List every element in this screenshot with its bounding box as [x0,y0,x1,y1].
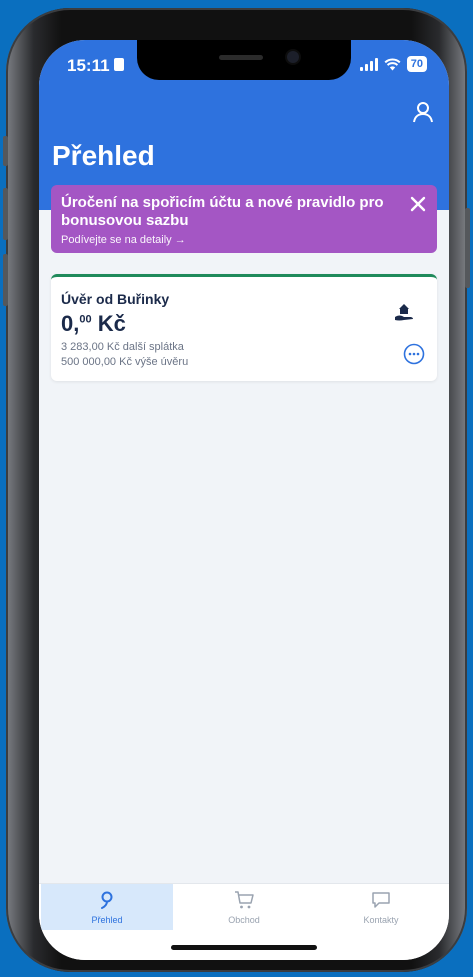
overview-icon [101,891,113,909]
loan-card[interactable]: Úvěr od Buřinky 0,00 Kč 3 283,00 Kč dalš… [51,274,437,381]
status-time: 15:11 [67,56,110,75]
promo-banner[interactable]: Úročení na spořicím účtu a nové pravidlo… [51,185,437,253]
side-button-volume-down [3,254,8,306]
tab-label: Obchod [228,915,260,925]
balance-decimals: 00 [79,313,92,326]
close-icon[interactable] [409,195,427,213]
tab-shop[interactable]: Obchod [178,884,310,930]
loan-title: Úvěr od Buřinky [61,291,170,307]
loan-balance: 0,00 Kč [61,311,126,337]
home-indicator [171,945,317,950]
battery-indicator: 70 [406,56,427,72]
tab-contacts[interactable]: Kontakty [315,884,447,930]
loan-amount: 500 000,00 Kč výše úvěru [61,356,189,368]
balance-currency: Kč [91,311,126,336]
tab-overview[interactable]: Přehled [41,884,173,930]
balance-main: 0, [61,311,80,336]
profile-icon[interactable] [411,100,435,124]
notch [137,40,351,80]
more-options-icon[interactable] [403,343,425,365]
side-button-volume-up [3,188,8,240]
signal-icon [359,57,378,71]
tab-label: Přehled [91,915,123,925]
side-button-silent [3,136,8,166]
phone-frame: 15:11 70 Přehled Úročení na spořicím účt… [3,8,470,972]
status-indicators: 70 [359,56,427,72]
side-button-power [465,208,470,288]
tab-label: Kontakty [363,915,399,925]
wifi-icon [384,57,401,70]
chat-icon [372,892,390,908]
next-payment: 3 283,00 Kč další splátka [61,341,184,353]
banner-details-link[interactable]: Podívejte se na detaily → [61,234,186,246]
loan-hand-icon [395,304,413,321]
banner-text: Úročení na spořicím účtu a nové pravidlo… [61,194,384,229]
page-title: Přehled [52,140,155,171]
sim-icon [114,58,124,71]
speaker [219,55,263,60]
camera [287,51,299,63]
app-screen: 15:11 70 Přehled Úročení na spořicím účt… [39,40,449,960]
cart-icon [235,891,254,909]
